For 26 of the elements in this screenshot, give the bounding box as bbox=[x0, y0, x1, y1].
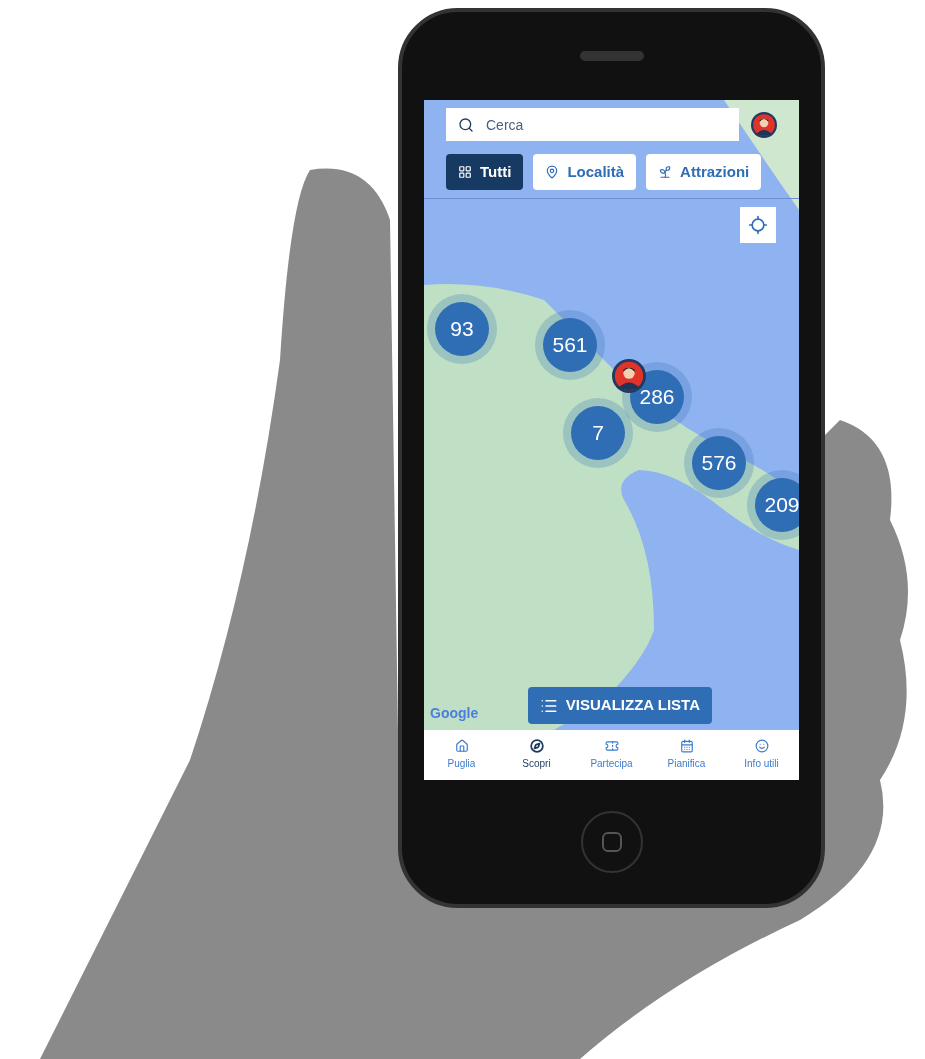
search-field[interactable]: Cerca bbox=[446, 108, 739, 141]
map-attribution: Google bbox=[430, 704, 479, 723]
nav-tab[interactable]: Puglia bbox=[424, 730, 499, 780]
home-button[interactable] bbox=[580, 811, 643, 873]
search-input[interactable]: Cerca bbox=[486, 114, 727, 135]
calendar-icon bbox=[679, 739, 694, 753]
crosshair-icon bbox=[748, 215, 768, 235]
nav-tab[interactable]: Partecipa bbox=[574, 730, 649, 780]
filter-chip[interactable]: Attrazioni bbox=[646, 154, 762, 190]
compass-icon bbox=[529, 739, 544, 753]
ticket-icon bbox=[604, 739, 619, 753]
locate-button[interactable] bbox=[740, 207, 776, 243]
filter-chip[interactable]: Tutti bbox=[446, 154, 524, 190]
avatar-icon bbox=[751, 111, 777, 138]
grid-icon bbox=[458, 165, 472, 179]
nav-tab[interactable]: Pianifica bbox=[649, 730, 724, 780]
sprout-icon bbox=[658, 165, 673, 179]
pin-icon bbox=[545, 165, 560, 179]
speaker-grille bbox=[579, 51, 644, 61]
search-icon bbox=[458, 116, 474, 133]
list-button[interactable]: VISUALIZZA LISTA bbox=[527, 687, 712, 724]
nav-tab[interactable]: Info utili bbox=[724, 730, 799, 780]
home-icon bbox=[454, 739, 469, 753]
filter-chip[interactable]: Località bbox=[533, 154, 637, 190]
smiley-icon bbox=[754, 739, 769, 753]
nav-tab[interactable]: Scopri bbox=[499, 730, 574, 780]
